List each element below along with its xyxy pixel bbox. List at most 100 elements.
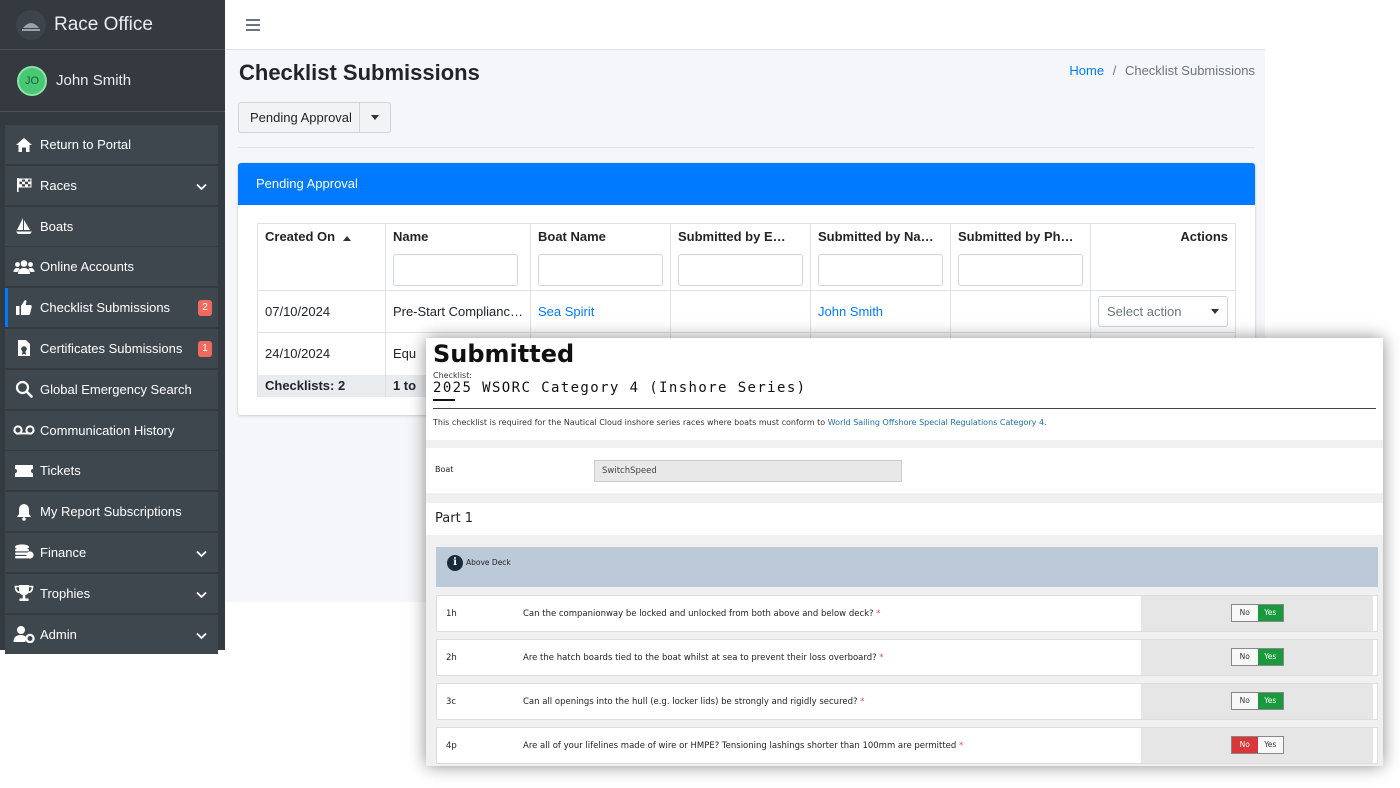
sidebar-item-label: Certificates Submissions <box>40 340 183 356</box>
answer-cell: No Yes <box>1141 596 1373 631</box>
submitter-link[interactable]: John Smith <box>810 290 951 333</box>
regulations-link[interactable]: World Sailing Offshore Special Regulatio… <box>828 418 1044 427</box>
divider <box>433 408 1376 409</box>
sort-ascending-icon <box>342 236 351 241</box>
status-filter-dropdown[interactable]: Pending Approval <box>238 102 391 133</box>
sidebar-item-communication-history[interactable]: Communication History <box>5 410 218 450</box>
sidebar-item-my-report-subscriptions[interactable]: My Report Subscriptions <box>5 492 218 532</box>
checklist-name-underline <box>433 399 455 401</box>
column-header-boat-name[interactable]: Boat Name <box>530 223 671 251</box>
column-header-submitted-by-phone[interactable]: Submitted by Ph… <box>950 223 1091 251</box>
yes-no-toggle[interactable]: No Yes <box>1231 692 1284 710</box>
sidebar-item-label: My Report Subscriptions <box>40 504 182 520</box>
section-title: Above Deck <box>466 558 511 567</box>
boat-name-filter-input[interactable] <box>538 254 663 287</box>
status-filter-value: Pending Approval <box>250 110 352 125</box>
yes-no-toggle[interactable]: No Yes <box>1231 604 1284 622</box>
user-panel[interactable]: JO John Smith <box>0 50 225 112</box>
sidebar-item-label: Checklist Submissions <box>40 300 171 316</box>
breadcrumb-current: Checklist Submissions <box>1124 63 1255 78</box>
chevron-down-icon <box>196 628 207 643</box>
yes-no-toggle[interactable]: No Yes <box>1231 736 1284 754</box>
yes-option[interactable]: Yes <box>1257 737 1283 753</box>
chevron-down-icon <box>196 179 207 194</box>
question-row: 3c Can all openings into the hull (e.g. … <box>436 683 1378 720</box>
question-row: 4p Are all of your lifelines made of wir… <box>436 727 1378 764</box>
no-option[interactable]: No <box>1232 693 1258 709</box>
sidebar-item-checklist-submissions[interactable]: Checklist Submissions 2 <box>5 288 218 328</box>
sidebar-item-tickets[interactable]: Tickets <box>5 451 218 491</box>
cell-created-on: 07/10/2024 <box>257 290 386 333</box>
search-icon <box>13 379 35 399</box>
hamburger-menu-icon[interactable] <box>246 16 260 36</box>
boat-link[interactable]: Sea Spirit <box>530 290 671 333</box>
top-navbar <box>225 0 1265 50</box>
user-name: John Smith <box>56 72 132 89</box>
table-row[interactable]: 07/10/2024 Pre-Start Complianc… Sea Spir… <box>257 290 1236 333</box>
submitter-name-filter-input[interactable] <box>818 254 943 287</box>
column-header-name[interactable]: Name <box>384 223 532 251</box>
sidebar-item-label: Online Accounts <box>40 259 134 275</box>
sidebar-item-admin[interactable]: Admin <box>5 614 218 654</box>
count-badge: 2 <box>198 300 212 317</box>
breadcrumb-separator: / <box>1112 63 1117 78</box>
question-number: 4p <box>446 741 457 751</box>
section-header: i Above Deck <box>436 547 1378 587</box>
sidebar-item-trophies[interactable]: Trophies <box>5 573 218 613</box>
boat-field-row: Boat SwitchSpeed <box>426 448 1383 493</box>
name-filter-input[interactable] <box>392 254 518 287</box>
sidebar-item-label: Communication History <box>40 422 175 438</box>
stage: Race Office JO John Smith Return to Port… <box>0 0 1400 788</box>
cell-email <box>670 290 811 333</box>
user-cog-icon <box>13 624 35 644</box>
chevron-down-icon <box>196 546 207 561</box>
sidebar-item-label: Trophies <box>40 585 91 601</box>
checklist-description: This checklist is required for the Nauti… <box>433 418 1047 427</box>
yes-option[interactable]: Yes <box>1257 693 1283 709</box>
column-header-actions: Actions <box>1090 223 1236 251</box>
column-header-submitted-by-email[interactable]: Submitted by E… <box>670 223 811 251</box>
sidebar-item-label: Return to Portal <box>40 137 132 152</box>
app-title: Race Office <box>54 13 153 35</box>
sidebar-item-global-emergency-search[interactable]: Global Emergency Search <box>5 369 218 409</box>
no-option[interactable]: No <box>1232 605 1258 621</box>
question-text: Can the companionway be locked and unloc… <box>523 609 881 619</box>
no-option[interactable]: No <box>1232 737 1258 753</box>
question-number: 1h <box>446 609 457 619</box>
sidebar-item-certificates-submissions[interactable]: Certificates Submissions 1 <box>5 328 218 368</box>
question-text: Are all of your lifelines made of wire o… <box>523 741 964 751</box>
cell-name: Pre-Start Complianc… <box>384 290 532 333</box>
caret-down-icon[interactable] <box>359 103 390 132</box>
sidebar-item-finance[interactable]: Finance <box>5 532 218 572</box>
sidebar-item-label: Tickets <box>40 463 81 479</box>
sidebar-item-races[interactable]: Races <box>5 165 218 205</box>
yes-option[interactable]: Yes <box>1257 605 1283 621</box>
column-header-submitted-by-name[interactable]: Submitted by Na… <box>810 223 951 251</box>
boat-field: SwitchSpeed <box>594 460 902 482</box>
answer-cell: No Yes <box>1141 640 1373 675</box>
sidebar-item-boats[interactable]: Boats <box>5 206 218 246</box>
sidebar-item-return-to-portal[interactable]: Return to Portal <box>5 125 218 164</box>
users-icon <box>13 257 35 277</box>
yes-no-toggle[interactable]: No Yes <box>1231 648 1284 666</box>
phone-filter-input[interactable] <box>958 254 1083 287</box>
checklist-label: Checklist: <box>433 371 473 380</box>
answer-cell: No Yes <box>1141 728 1373 763</box>
column-header-created-on[interactable]: Created On <box>257 223 386 251</box>
brand-link[interactable]: Race Office <box>0 0 225 50</box>
coins-icon <box>13 542 35 562</box>
checkered-flag-icon <box>13 175 35 195</box>
certificate-icon <box>13 338 35 358</box>
question-number: 3c <box>446 697 457 707</box>
checklist-header: Submitted Checklist: 2025 WSORC Category… <box>426 338 1383 440</box>
breadcrumb-home-link[interactable]: Home <box>1069 63 1104 78</box>
action-select-value: Select action <box>1107 304 1182 319</box>
email-filter-input[interactable] <box>678 254 803 287</box>
sidebar-item-label: Admin <box>40 626 77 642</box>
yes-option[interactable]: Yes <box>1257 649 1283 665</box>
no-option[interactable]: No <box>1232 649 1258 665</box>
sidebar-item-label: Boats <box>40 218 74 234</box>
sidebar-item-label: Global Emergency Search <box>40 381 192 397</box>
sidebar-item-online-accounts[interactable]: Online Accounts <box>5 247 218 287</box>
action-select[interactable]: Select action <box>1098 296 1228 327</box>
